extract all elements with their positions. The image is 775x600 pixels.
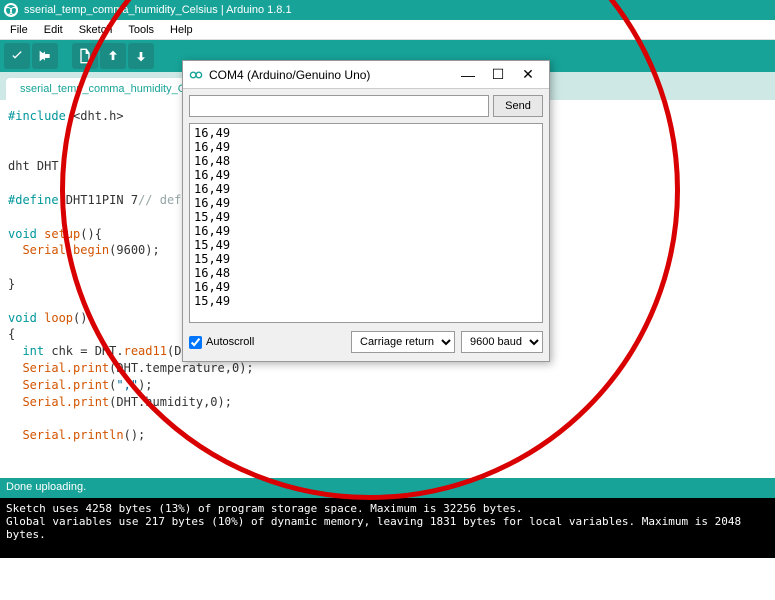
serial-output[interactable]: 16,4916,4916,4816,4916,4916,4915,4916,49… [189, 123, 543, 323]
serial-output-line: 16,49 [194, 224, 538, 238]
open-button[interactable] [100, 43, 126, 69]
serial-monitor-window: COM4 (Arduino/Genuino Uno) — ☐ ✕ Send 16… [182, 60, 550, 362]
verify-button[interactable] [4, 43, 30, 69]
sketch-tab[interactable]: sserial_temp_comma_humidity_Ce [6, 78, 207, 100]
autoscroll-label: Autoscroll [206, 336, 254, 348]
main-titlebar: sserial_temp_comma_humidity_Celsius | Ar… [0, 0, 775, 20]
menu-help[interactable]: Help [164, 22, 199, 38]
serial-output-line: 16,49 [194, 126, 538, 140]
serial-output-line: 15,49 [194, 238, 538, 252]
serial-input[interactable] [189, 95, 489, 117]
serial-output-line: 15,49 [194, 252, 538, 266]
window-title: sserial_temp_comma_humidity_Celsius | Ar… [24, 4, 292, 16]
status-text: Done uploading. [6, 481, 86, 493]
status-bar: Done uploading. [0, 478, 775, 498]
menu-file[interactable]: File [4, 22, 34, 38]
arduino-logo-icon [4, 3, 18, 17]
output-console: Sketch uses 4258 bytes (13%) of program … [0, 498, 775, 558]
serial-output-line: 16,49 [194, 168, 538, 182]
console-line: Global variables use 217 bytes (10%) of … [6, 515, 769, 541]
autoscroll-checkbox[interactable]: Autoscroll [189, 336, 345, 349]
menubar: File Edit Sketch Tools Help [0, 20, 775, 40]
serial-output-line: 16,49 [194, 140, 538, 154]
send-button[interactable]: Send [493, 95, 543, 117]
maximize-button[interactable]: ☐ [483, 66, 513, 83]
new-button[interactable] [72, 43, 98, 69]
serial-titlebar[interactable]: COM4 (Arduino/Genuino Uno) — ☐ ✕ [183, 61, 549, 89]
serial-output-line: 16,48 [194, 154, 538, 168]
menu-tools[interactable]: Tools [122, 22, 160, 38]
serial-bottom-bar: Autoscroll Carriage return 9600 baud [183, 323, 549, 361]
menu-edit[interactable]: Edit [38, 22, 69, 38]
baud-select[interactable]: 9600 baud [461, 331, 543, 353]
minimize-button[interactable]: — [453, 67, 483, 83]
console-line: Sketch uses 4258 bytes (13%) of program … [6, 502, 769, 515]
line-ending-select[interactable]: Carriage return [351, 331, 455, 353]
arduino-logo-icon [189, 68, 203, 82]
serial-output-line: 15,49 [194, 294, 538, 308]
serial-output-line: 16,48 [194, 266, 538, 280]
serial-title: COM4 (Arduino/Genuino Uno) [209, 68, 453, 82]
serial-output-line: 16,49 [194, 280, 538, 294]
serial-output-line: 16,49 [194, 182, 538, 196]
close-button[interactable]: ✕ [513, 66, 543, 83]
save-button[interactable] [128, 43, 154, 69]
menu-sketch[interactable]: Sketch [73, 22, 119, 38]
upload-button[interactable] [32, 43, 58, 69]
serial-output-line: 16,49 [194, 196, 538, 210]
autoscroll-input[interactable] [189, 336, 202, 349]
serial-send-row: Send [183, 89, 549, 123]
serial-output-line: 15,49 [194, 210, 538, 224]
